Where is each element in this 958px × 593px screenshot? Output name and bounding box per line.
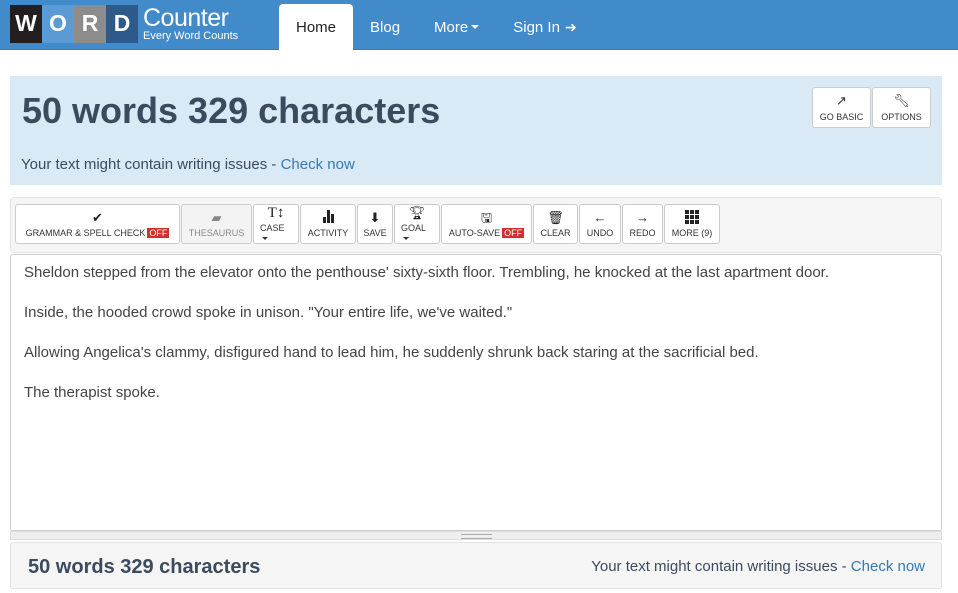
footer-check-now-link[interactable]: Check now <box>851 558 925 575</box>
goal-label: GOAL <box>401 223 433 243</box>
clear-button[interactable]: 🗑︎ CLEAR <box>533 204 578 244</box>
save-button[interactable]: ⬇ SAVE <box>357 204 393 244</box>
editor-resize-bar[interactable] <box>10 531 942 540</box>
footer-writing-issues-text: Your text might contain writing issues - <box>591 558 851 575</box>
bar-chart-icon <box>322 210 334 226</box>
editor-paragraph: Allowing Angelica's clammy, disfigured h… <box>24 344 759 361</box>
toolbar-buttons: ✔ GRAMMAR & SPELL CHECK OFF ▰ THESAURUS T… <box>15 204 721 244</box>
activity-label: ACTIVITY <box>307 228 349 238</box>
footer-writing-issues-notice: Your text might contain writing issues -… <box>591 558 925 575</box>
wrench-icon: 🔧︎ <box>893 93 910 108</box>
count-panel: 50 words 329 characters Your text might … <box>10 76 942 185</box>
sign-in-icon: ➔ <box>564 18 577 35</box>
footer-word-count: 50 words 329 characters <box>28 556 261 578</box>
navbar: W O R D Counter Every Word Counts Home B… <box>0 0 958 50</box>
logo[interactable]: W O R D Counter Every Word Counts <box>10 3 238 44</box>
grammar-check-status-badge: OFF <box>147 228 170 238</box>
goal-text: GOAL <box>401 223 427 233</box>
header-buttons: ↗ GO BASIC 🔧︎ OPTIONS <box>811 87 931 128</box>
footer-count-panel: 50 words 329 characters Your text might … <box>10 542 942 589</box>
redo-label: REDO <box>629 228 656 238</box>
nav-more-label: More <box>434 18 469 36</box>
writing-issues-notice: Your text might contain writing issues -… <box>21 156 355 173</box>
word-count-heading: 50 words 329 characters <box>22 90 441 131</box>
nav-home[interactable]: Home <box>279 4 354 50</box>
file-download-icon: ⬇ <box>369 210 381 225</box>
nav-sign-in-label: Sign In <box>513 18 560 36</box>
go-basic-label: GO BASIC <box>819 112 864 122</box>
external-link-icon: ↗ <box>836 93 847 108</box>
check-now-link[interactable]: Check now <box>281 156 355 173</box>
go-basic-button[interactable]: ↗ GO BASIC <box>812 87 871 128</box>
more-button[interactable]: MORE (9) <box>664 204 720 244</box>
editor-paragraph: Sheldon stepped from the elevator onto t… <box>24 264 830 281</box>
case-label: CASE <box>260 223 292 243</box>
auto-save-status-badge: OFF <box>502 228 525 238</box>
nav-blog-label: Blog <box>370 18 401 36</box>
auto-save-label: AUTO-SAVE OFF <box>448 228 525 238</box>
logo-tile-r: R <box>74 4 106 43</box>
activity-button[interactable]: ACTIVITY <box>300 204 356 244</box>
nav-more[interactable]: More <box>417 4 496 50</box>
logo-tile-d: D <box>106 4 138 43</box>
grammar-check-text: GRAMMAR & SPELL CHECK <box>25 228 146 238</box>
grammar-check-label: GRAMMAR & SPELL CHECK OFF <box>26 228 170 238</box>
grammar-check-button[interactable]: ✔ GRAMMAR & SPELL CHECK OFF <box>15 204 180 244</box>
floppy-disk-icon: 🖫 <box>480 210 493 225</box>
caret-down-icon <box>403 237 409 241</box>
logo-tile-o: O <box>42 4 74 43</box>
thesaurus-button[interactable]: ▰ THESAURUS <box>181 204 252 244</box>
save-label: SAVE <box>363 228 387 238</box>
logo-text: Counter Every Word Counts <box>143 3 239 42</box>
logo-name: Counter <box>143 3 229 32</box>
options-button[interactable]: 🔧︎ OPTIONS <box>872 87 931 128</box>
auto-save-button[interactable]: 🖫 AUTO-SAVE OFF <box>441 204 532 244</box>
logo-tile-w: W <box>10 4 42 43</box>
thesaurus-label: THESAURUS <box>188 228 245 238</box>
trophy-icon: 🏆︎ <box>408 205 426 220</box>
nav-home-label: Home <box>296 18 337 36</box>
resize-grip-icon[interactable] <box>461 534 492 539</box>
undo-button[interactable]: ← UNDO <box>579 204 621 244</box>
editor-paragraph: The therapist spoke. <box>24 384 160 401</box>
arrow-right-icon: → <box>636 210 649 225</box>
more-label: MORE (9) <box>671 228 713 238</box>
undo-label: UNDO <box>586 228 614 238</box>
check-icon: ✔ <box>92 210 103 225</box>
goal-button[interactable]: 🏆︎ GOAL <box>394 204 440 244</box>
case-button[interactable]: T↕ CASE <box>253 204 299 244</box>
options-label: OPTIONS <box>881 112 922 122</box>
trash-icon: 🗑︎ <box>547 210 564 225</box>
nav-blog[interactable]: Blog <box>353 4 417 50</box>
caret-down-icon <box>262 237 268 241</box>
editor-paragraph: Inside, the hooded crowd spoke in unison… <box>24 304 513 321</box>
logo-tagline: Every Word Counts <box>143 29 239 42</box>
book-icon: ▰ <box>211 210 222 225</box>
main-nav: Home Blog More Sign In ➔ <box>279 4 594 50</box>
grid-icon <box>685 210 699 226</box>
text-height-icon: T↕ <box>267 205 285 221</box>
writing-issues-text: Your text might contain writing issues - <box>21 156 281 173</box>
text-editor[interactable]: Sheldon stepped from the elevator onto t… <box>10 254 942 531</box>
editor-toolbar: ✔ GRAMMAR & SPELL CHECK OFF ▰ THESAURUS T… <box>10 197 942 253</box>
arrow-left-icon: ← <box>593 210 607 225</box>
redo-button[interactable]: → REDO <box>622 204 663 244</box>
clear-label: CLEAR <box>540 228 571 238</box>
case-text: CASE <box>260 223 285 233</box>
nav-sign-in[interactable]: Sign In ➔ <box>496 4 593 50</box>
auto-save-text: AUTO-SAVE <box>448 228 501 238</box>
caret-down-icon <box>471 25 480 29</box>
